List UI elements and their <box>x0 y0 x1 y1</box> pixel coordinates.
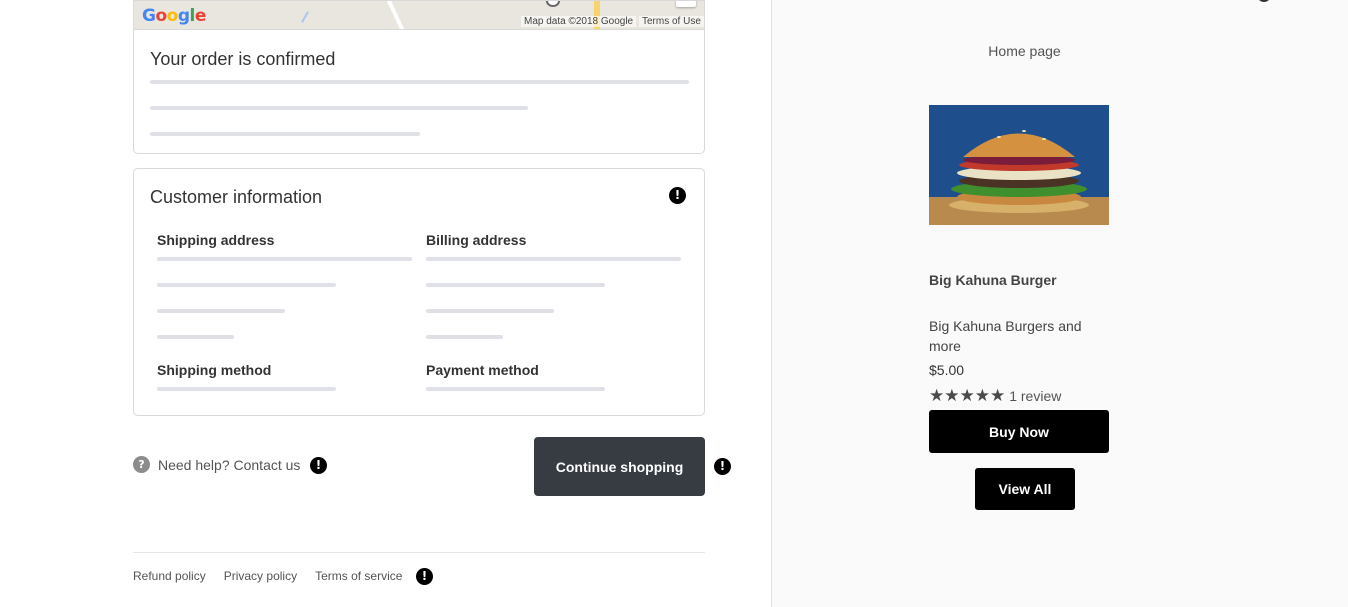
skeleton-line <box>426 309 554 313</box>
burger-image <box>929 105 1109 225</box>
buy-now-button[interactable]: Buy Now <box>929 410 1109 453</box>
skeleton-line <box>157 387 336 391</box>
map[interactable]: Google Map data ©2018 Google Terms of Us… <box>133 0 705 30</box>
skeleton-line <box>157 309 285 313</box>
terms-of-service-link[interactable]: Terms of service <box>315 569 402 583</box>
privacy-policy-link[interactable]: Privacy policy <box>224 569 297 583</box>
map-marker-icon <box>546 1 560 7</box>
map-road <box>385 1 407 30</box>
product-price: $5.00 <box>929 362 965 378</box>
alert-icon[interactable]: ! <box>416 568 433 585</box>
billing-address-label: Billing address <box>426 232 527 248</box>
star-rating-icon: ★★★★★ <box>929 386 1006 406</box>
map-zoom-button[interactable] <box>676 1 696 7</box>
refund-policy-link[interactable]: Refund policy <box>133 569 206 583</box>
alert-icon[interactable]: ! <box>310 457 327 474</box>
skeleton-line <box>150 132 420 136</box>
customer-information-card: Customer information ! Shipping address … <box>133 168 705 416</box>
map-terms-link[interactable]: Terms of Use <box>639 16 704 27</box>
payment-method-label: Payment method <box>426 362 539 378</box>
skeleton-line <box>426 387 605 391</box>
skeleton-line <box>426 335 503 339</box>
product-description: Big Kahuna Burgers and more <box>929 318 1082 354</box>
footer-links: Refund policy Privacy policy Terms of se… <box>133 569 420 583</box>
shipping-method-label: Shipping method <box>157 362 272 378</box>
shipping-address-label: Shipping address <box>157 232 275 248</box>
product-name[interactable]: Big Kahuna Burger <box>929 272 1057 288</box>
skeleton-line <box>157 257 412 261</box>
home-page-link[interactable]: Home page <box>772 43 1277 59</box>
alert-icon[interactable]: ! <box>714 458 731 475</box>
sidebar: Home page Big Kahuna Burger Big Kahuna B… <box>771 0 1348 607</box>
alert-icon[interactable]: ! <box>669 187 686 204</box>
map-water <box>301 11 309 23</box>
help-contact[interactable]: ? Need help? Contact us <box>133 456 300 473</box>
map-attribution: Map data ©2018 Google <box>521 16 637 27</box>
google-logo: Google <box>142 6 206 26</box>
product-image[interactable] <box>929 105 1109 225</box>
question-icon: ? <box>133 456 150 473</box>
review-count[interactable]: 1 review <box>1009 388 1061 404</box>
skeleton-line <box>150 80 689 84</box>
footer-divider <box>133 552 705 553</box>
skeleton-line <box>426 257 681 261</box>
continue-shopping-button[interactable]: Continue shopping <box>534 437 705 496</box>
skeleton-line <box>157 283 336 287</box>
order-confirmed-title: Your order is confirmed <box>150 49 336 69</box>
cart-icon[interactable] <box>1257 0 1271 2</box>
help-contact-link[interactable]: Need help? Contact us <box>158 457 300 473</box>
skeleton-line <box>426 283 605 287</box>
skeleton-line <box>150 106 528 110</box>
checkout-main: Google Map data ©2018 Google Terms of Us… <box>0 0 771 607</box>
customer-information-title: Customer information <box>150 187 323 207</box>
order-confirmed-card: Your order is confirmed <box>133 29 705 154</box>
view-all-button[interactable]: View All <box>975 468 1075 510</box>
skeleton-line <box>157 335 234 339</box>
product-rating: ★★★★★ 1 review <box>929 386 1061 406</box>
